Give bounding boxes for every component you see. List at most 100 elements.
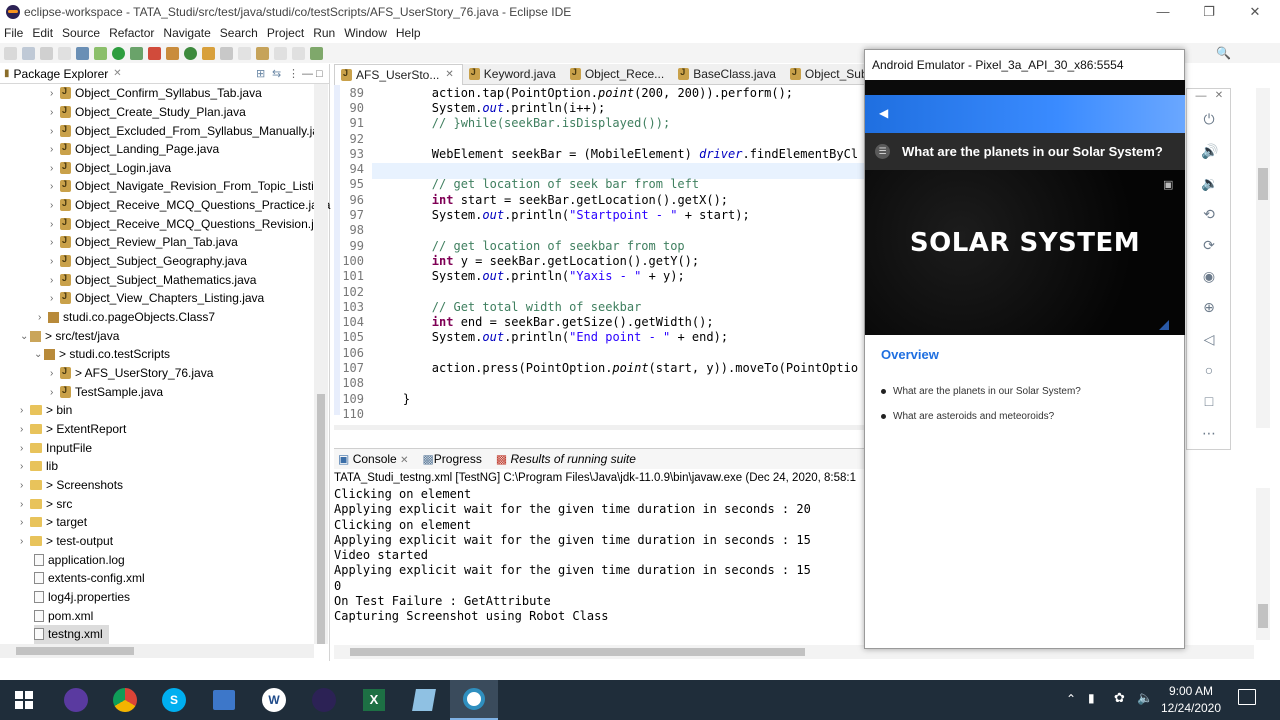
- scrollbar-thumb[interactable]: [1258, 168, 1268, 200]
- tree-item[interactable]: ⌄ > studi.co.testScripts: [34, 345, 170, 364]
- link-editor-icon[interactable]: ⇆: [272, 67, 281, 80]
- clock[interactable]: 9:00 AM 12/24/2020: [1155, 683, 1227, 717]
- search-icon[interactable]: 🔍: [1216, 46, 1231, 60]
- hscrollbar-thumb[interactable]: [16, 647, 134, 655]
- tree-item[interactable]: ⌄ > src/test/java: [20, 327, 119, 346]
- code-line[interactable]: 102: [334, 284, 864, 299]
- terminal-icon[interactable]: [76, 46, 89, 60]
- tree-item[interactable]: › Object_View_Chapters_Listing.java: [50, 289, 264, 308]
- tree-item[interactable]: › > ExtentReport: [20, 420, 126, 439]
- chevron-right-icon[interactable]: ›: [50, 107, 60, 118]
- coverage-icon[interactable]: [130, 46, 143, 60]
- chevron-right-icon[interactable]: ›: [50, 275, 60, 286]
- code-line[interactable]: 99 // get location of seekbar from top: [334, 238, 864, 253]
- collapse-all-icon[interactable]: ⊞: [256, 67, 265, 80]
- camera-icon[interactable]: ◉: [1201, 268, 1217, 284]
- tree-item[interactable]: › > Screenshots: [20, 476, 123, 495]
- tab-results[interactable]: ▩ Results of running suite: [496, 452, 636, 466]
- tree-item[interactable]: › > src: [20, 495, 72, 514]
- taskbar-chrome[interactable]: [101, 680, 149, 720]
- tree-item[interactable]: › InputFile: [20, 439, 92, 458]
- console-vscrollbar[interactable]: [1256, 488, 1270, 640]
- code-line[interactable]: 96 int start = seekBar.getLocation().get…: [334, 192, 864, 207]
- menu-refactor[interactable]: Refactor: [109, 26, 154, 40]
- bullet-item[interactable]: What are the planets in our Solar System…: [881, 386, 1169, 397]
- code-editor[interactable]: 89 action.tap(PointOption.point(200, 200…: [334, 85, 864, 430]
- close-view-icon[interactable]: ✕: [113, 68, 121, 79]
- chevron-right-icon[interactable]: ›: [50, 181, 60, 192]
- chevron-right-icon[interactable]: ›: [20, 480, 30, 491]
- code-line[interactable]: 98: [334, 223, 864, 238]
- chevron-right-icon[interactable]: ›: [50, 126, 60, 137]
- wifi-icon[interactable]: ✿: [1114, 690, 1125, 706]
- tree-item[interactable]: extents-config.xml: [34, 569, 145, 588]
- menu-edit[interactable]: Edit: [32, 26, 53, 40]
- code-line[interactable]: 93 WebElement seekBar = (MobileElement) …: [334, 146, 864, 161]
- next-annotation-icon[interactable]: [256, 46, 269, 60]
- menu-help[interactable]: Help: [396, 26, 421, 40]
- volume-up-icon[interactable]: 🔊: [1201, 143, 1218, 159]
- taskbar-app[interactable]: [52, 680, 100, 720]
- back-icon[interactable]: [274, 46, 287, 60]
- tree-item[interactable]: › lib: [20, 457, 58, 476]
- tree-item[interactable]: › TestSample.java: [50, 383, 163, 402]
- print-icon[interactable]: [58, 46, 71, 60]
- scrollbar-thumb[interactable]: [1258, 604, 1268, 628]
- tab-keyword[interactable]: Keyword.java: [463, 64, 564, 85]
- chevron-right-icon[interactable]: ›: [50, 387, 60, 398]
- chevron-right-icon[interactable]: ›: [50, 293, 60, 304]
- code-line[interactable]: 95 // get location of seek bar from left: [334, 177, 864, 192]
- zoom-icon[interactable]: ⊕: [1201, 299, 1217, 315]
- taskbar-eclipse[interactable]: [300, 680, 348, 720]
- close-tab-icon[interactable]: ✕: [400, 455, 408, 466]
- chevron-down-icon[interactable]: ⌄: [34, 349, 44, 360]
- save-icon[interactable]: [22, 46, 35, 60]
- tab-baseclass[interactable]: BaseClass.java: [672, 64, 784, 85]
- code-line[interactable]: 105 System.out.println("End point - " + …: [334, 330, 864, 345]
- code-line[interactable]: 97 System.out.println("Startpoint - " + …: [334, 207, 864, 222]
- pin-editor-icon[interactable]: [310, 46, 323, 60]
- emulator-close-icon[interactable]: ✕: [1211, 88, 1227, 104]
- code-line[interactable]: 90 System.out.println(i++);: [334, 100, 864, 115]
- save-all-icon[interactable]: [40, 46, 53, 60]
- home-icon[interactable]: ○: [1201, 362, 1217, 378]
- new-icon[interactable]: [4, 46, 17, 60]
- maximize-button[interactable]: ❐: [1186, 0, 1232, 23]
- maximize-view-icon[interactable]: □: [316, 68, 323, 80]
- code-line[interactable]: 101 System.out.println("Yaxis - " + y);: [334, 269, 864, 284]
- chevron-right-icon[interactable]: ›: [20, 517, 30, 528]
- chevron-right-icon[interactable]: ›: [20, 536, 30, 547]
- code-line[interactable]: 103 // Get total width of seekbar: [334, 299, 864, 314]
- tree-item[interactable]: › Object_Subject_Mathematics.java: [50, 271, 256, 290]
- notification-icon[interactable]: [1238, 689, 1256, 705]
- speaker-icon[interactable]: 🔈: [1137, 690, 1153, 706]
- close-button[interactable]: ✕: [1232, 0, 1278, 23]
- back-arrow-icon[interactable]: ◀: [879, 106, 888, 120]
- code-line[interactable]: 92: [334, 131, 864, 146]
- taskbar-emulator[interactable]: [450, 680, 498, 720]
- menu-run[interactable]: Run: [313, 26, 335, 40]
- chevron-right-icon[interactable]: ›: [20, 499, 30, 510]
- emulator-minimize-icon[interactable]: —: [1193, 88, 1209, 104]
- tree-item[interactable]: › Object_Subject_Geography.java: [50, 252, 247, 271]
- run-icon[interactable]: [112, 46, 125, 60]
- tree-item[interactable]: › Object_Receive_MCQ_Questions_Practice.j…: [50, 196, 330, 215]
- power-icon[interactable]: ⏻: [1201, 111, 1217, 127]
- external-tools-icon[interactable]: [148, 46, 161, 60]
- tree-item[interactable]: application.log: [34, 551, 125, 570]
- menu-file[interactable]: File: [4, 26, 23, 40]
- view-menu-icon[interactable]: ⋮: [288, 67, 299, 80]
- start-button[interactable]: [0, 680, 48, 720]
- editor-vscrollbar[interactable]: [1256, 88, 1270, 428]
- code-line[interactable]: 107 action.press(PointOption.point(start…: [334, 360, 864, 375]
- menu-window[interactable]: Window: [344, 26, 387, 40]
- chevron-right-icon[interactable]: ›: [50, 368, 60, 379]
- menu-navigate[interactable]: Navigate: [163, 26, 210, 40]
- menu-search[interactable]: Search: [220, 26, 258, 40]
- volume-down-icon[interactable]: 🔉: [1201, 175, 1218, 191]
- chevron-right-icon[interactable]: ›: [50, 163, 60, 174]
- overview-icon[interactable]: □: [1201, 393, 1217, 409]
- code-line[interactable]: 108: [334, 376, 864, 391]
- chevron-right-icon[interactable]: ›: [50, 219, 60, 230]
- chevron-right-icon[interactable]: ›: [20, 461, 30, 472]
